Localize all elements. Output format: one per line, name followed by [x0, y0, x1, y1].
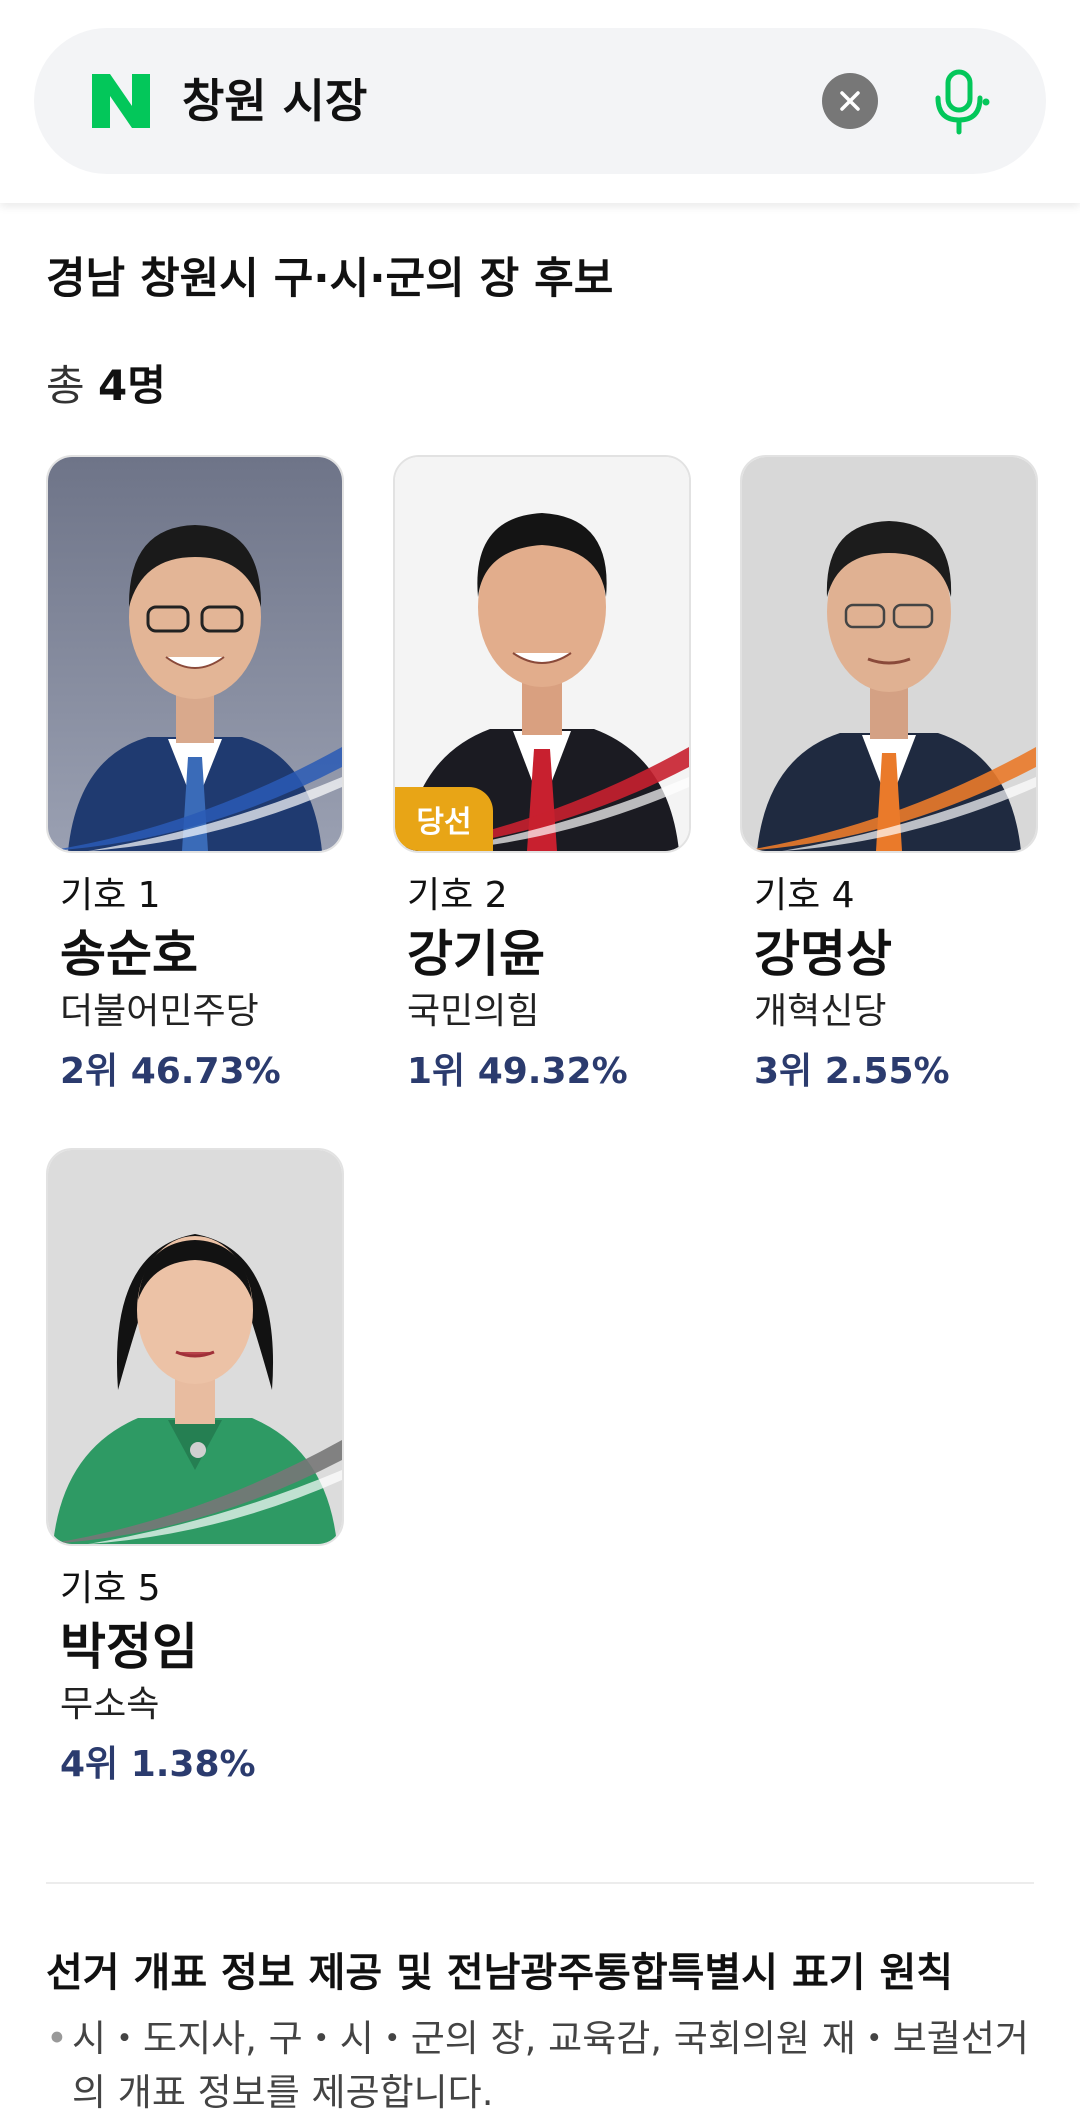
notice-text: • 시・도지사, 구・시・군의 장, 교육감, 국회의원 재・보궐선거의 개표 … [46, 2012, 1036, 2120]
bullet-icon: • [46, 2017, 68, 2060]
naver-logo-icon[interactable] [90, 70, 152, 132]
candidate-photo[interactable] [740, 455, 1038, 853]
clear-icon[interactable] [822, 73, 878, 129]
section-divider [46, 1882, 1034, 1884]
candidate-name[interactable]: 송순호 [60, 921, 342, 987]
candidate-name[interactable]: 강명상 [754, 921, 1036, 987]
candidate-result: 1위 49.32% [407, 1051, 628, 1092]
candidate-party: 개혁신당 [754, 991, 887, 1032]
total-prefix: 총 [46, 361, 98, 410]
search-query-text[interactable]: 창원 시장 [182, 72, 367, 130]
candidate-symbol: 기호 2 [407, 875, 508, 916]
candidate-photo[interactable]: 당선 [393, 455, 691, 853]
candidate-card[interactable]: 기호 5 박정임 무소속 4위 1.38% [46, 1148, 344, 1790]
candidate-total: 총 4명 [46, 352, 166, 413]
candidate-result: 4위 1.38% [60, 1744, 256, 1785]
candidate-card[interactable]: 기호 4 강명상 개혁신당 3위 2.55% [740, 455, 1038, 1097]
candidate-symbol: 기호 5 [60, 1568, 161, 1609]
candidate-symbol: 기호 4 [754, 875, 855, 916]
total-count: 4명 [98, 361, 166, 410]
winner-badge: 당선 [395, 787, 493, 851]
candidate-name[interactable]: 강기윤 [407, 921, 689, 987]
candidate-party: 국민의힘 [407, 991, 540, 1032]
notice-body: 시・도지사, 구・시・군의 장, 교육감, 국회의원 재・보궐선거의 개표 정보… [72, 2017, 1029, 2114]
section-title: 경남 창원시 구·시·군의 장 후보 [46, 254, 614, 304]
candidate-name[interactable]: 박정임 [60, 1614, 342, 1680]
notice-title: 선거 개표 정보 제공 및 전남광주통합특별시 표기 원칙 [46, 1950, 954, 1996]
candidate-photo[interactable] [46, 455, 344, 853]
search-header: 창원 시장 [0, 0, 1080, 203]
candidate-result: 3위 2.55% [754, 1051, 950, 1092]
search-bar[interactable]: 창원 시장 [34, 28, 1046, 174]
candidate-result: 2위 46.73% [60, 1051, 281, 1092]
candidate-card[interactable]: 당선 기호 2 강기윤 국민의힘 1위 49.32% [393, 455, 691, 1097]
candidate-party: 무소속 [60, 1684, 160, 1725]
candidate-symbol: 기호 1 [60, 875, 161, 916]
candidate-card[interactable]: 기호 1 송순호 더불어민주당 2위 46.73% [46, 455, 344, 1097]
candidate-party: 더불어민주당 [60, 991, 259, 1032]
mic-icon[interactable] [924, 66, 994, 136]
candidate-photo[interactable] [46, 1148, 344, 1546]
